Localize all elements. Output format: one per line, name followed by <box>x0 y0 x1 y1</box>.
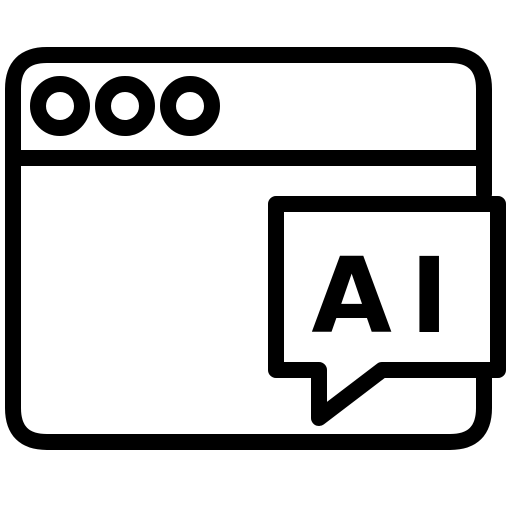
window-dot-2 <box>95 76 155 136</box>
ai-label: AI <box>311 235 466 357</box>
window-dot-3 <box>160 76 220 136</box>
browser-window-ai-chat-icon: AI <box>5 47 506 450</box>
ai-speech-bubble: AI <box>268 196 506 426</box>
window-dot-1 <box>30 76 90 136</box>
window-control-dots <box>30 76 220 136</box>
